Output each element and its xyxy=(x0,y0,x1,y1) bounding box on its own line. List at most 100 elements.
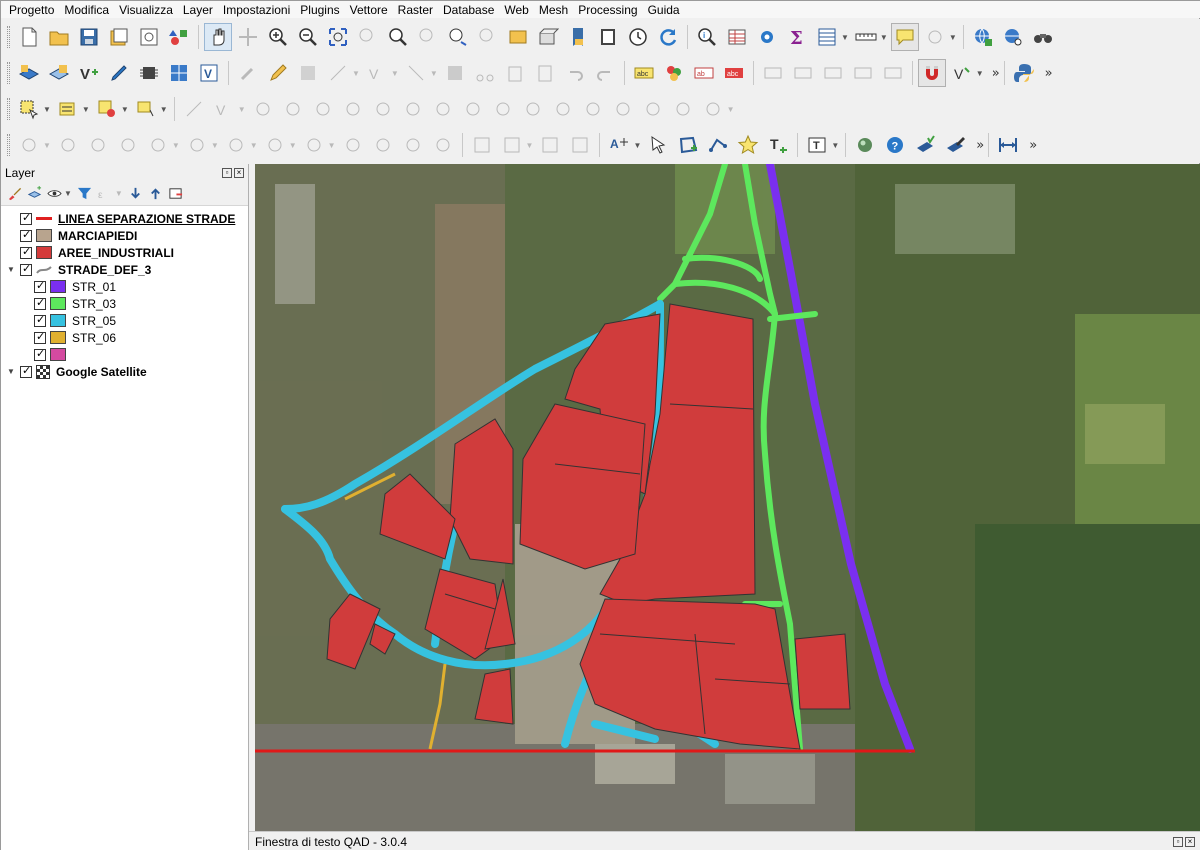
label-move-button[interactable] xyxy=(819,59,847,87)
label-delete-button[interactable]: abc xyxy=(720,59,748,87)
chevron-down-icon[interactable]: ▼ xyxy=(238,105,246,114)
digitizing-tool-14[interactable] xyxy=(579,95,607,123)
zoom-last-button[interactable] xyxy=(444,23,472,51)
menu-layer[interactable]: Layer xyxy=(179,2,217,18)
layer-row-linea-separazione[interactable]: LINEA SEPARAZIONE STRADE xyxy=(1,210,248,227)
category-checkbox[interactable] xyxy=(34,296,46,310)
save-project-button[interactable] xyxy=(75,23,103,51)
menu-database[interactable]: Database xyxy=(439,2,498,18)
polygon-annotation-button[interactable] xyxy=(674,131,702,159)
digitizing-tool-10[interactable] xyxy=(459,95,487,123)
map-canvas[interactable] xyxy=(255,164,1200,831)
statistics-button[interactable]: Σ xyxy=(783,23,811,51)
label-change-button[interactable] xyxy=(879,59,907,87)
adv-tool-3[interactable] xyxy=(84,131,112,159)
measure-button[interactable] xyxy=(852,23,880,51)
more-tools-icon[interactable]: » xyxy=(1045,66,1053,81)
add-vector-layer-button[interactable] xyxy=(15,59,43,87)
label-toolbar-button[interactable]: abc xyxy=(630,59,658,87)
adv-tool-7[interactable] xyxy=(222,131,250,159)
menu-raster[interactable]: Raster xyxy=(394,2,437,18)
digitizing-tool-12[interactable] xyxy=(519,95,547,123)
chevron-down-icon[interactable]: ▼ xyxy=(121,105,129,114)
remove-layer-button[interactable] xyxy=(167,185,185,203)
chevron-down-icon[interactable]: ▼ xyxy=(250,141,258,150)
chevron-down-icon[interactable]: ▼ xyxy=(43,105,51,114)
layer-row-marciapiedi[interactable]: MARCIAPIEDI xyxy=(1,227,248,244)
chevron-down-icon[interactable]: ▼ xyxy=(430,69,438,78)
marker-annotation-button[interactable] xyxy=(734,131,762,159)
zoom-in-button[interactable] xyxy=(264,23,292,51)
adv-tool-6[interactable] xyxy=(183,131,211,159)
float-panel-icon[interactable]: ▫ xyxy=(222,168,232,178)
refresh-button[interactable] xyxy=(654,23,682,51)
menu-plugins[interactable]: Plugins xyxy=(296,2,343,18)
geo-tool-2-button[interactable] xyxy=(941,131,969,159)
render-3d-button[interactable] xyxy=(851,131,879,159)
adv-tool-14[interactable] xyxy=(468,131,496,159)
layer-row-aree-industriali[interactable]: AREE_INDUSTRIALI xyxy=(1,244,248,261)
category-checkbox[interactable] xyxy=(34,347,46,361)
label-edit-button[interactable]: ab xyxy=(690,59,718,87)
style-manager-button[interactable] xyxy=(165,23,193,51)
zoom-next-button[interactable] xyxy=(474,23,502,51)
save-edits-button[interactable] xyxy=(294,59,322,87)
pan-map-button[interactable] xyxy=(204,23,232,51)
redo-button[interactable] xyxy=(591,59,619,87)
layer-visibility-checkbox[interactable] xyxy=(20,245,32,259)
digitizing-tool-1[interactable] xyxy=(180,95,208,123)
adv-tool-9[interactable] xyxy=(300,131,328,159)
pan-to-selection-button[interactable] xyxy=(234,23,262,51)
menu-processing[interactable]: Processing xyxy=(574,2,641,18)
label-show-button[interactable] xyxy=(789,59,817,87)
category-checkbox[interactable] xyxy=(34,330,46,344)
layer-visibility-checkbox[interactable] xyxy=(20,228,32,242)
modify-attributes-button[interactable] xyxy=(402,59,430,87)
layer-visibility-checkbox[interactable] xyxy=(20,364,32,378)
collapse-arrow-icon[interactable]: ▼ xyxy=(5,265,17,274)
adv-tool-1[interactable] xyxy=(15,131,43,159)
chevron-down-icon[interactable]: ▼ xyxy=(352,69,360,78)
label-rotate-button[interactable] xyxy=(849,59,877,87)
toolbar-handle[interactable] xyxy=(7,26,10,48)
menu-web[interactable]: Web xyxy=(500,2,532,18)
measure-line-button[interactable] xyxy=(994,131,1022,159)
close-panel-icon[interactable]: × xyxy=(1185,836,1195,847)
add-raster-layer-button[interactable] xyxy=(45,59,73,87)
attribute-table-button[interactable] xyxy=(723,23,751,51)
toolbar-handle[interactable] xyxy=(7,98,10,120)
street-view-button[interactable] xyxy=(1029,23,1057,51)
python-console-button[interactable] xyxy=(1010,59,1038,87)
digitizing-tool-4[interactable] xyxy=(279,95,307,123)
more-tools-icon[interactable]: » xyxy=(992,66,1000,81)
menu-modifica[interactable]: Modifica xyxy=(60,2,113,18)
chevron-down-icon[interactable]: ▼ xyxy=(526,141,534,150)
menu-vettore[interactable]: Vettore xyxy=(346,2,392,18)
digitizing-tool-6[interactable] xyxy=(339,95,367,123)
adv-tool-10[interactable] xyxy=(339,131,367,159)
digitizing-tool-17[interactable] xyxy=(669,95,697,123)
chevron-down-icon[interactable]: ▼ xyxy=(727,105,735,114)
line-annotation-button[interactable] xyxy=(704,131,732,159)
adv-tool-16[interactable] xyxy=(536,131,564,159)
zoom-full-button[interactable] xyxy=(324,23,352,51)
menu-progetto[interactable]: Progetto xyxy=(5,2,58,18)
open-project-button[interactable] xyxy=(45,23,73,51)
geo-tool-1-button[interactable] xyxy=(911,131,939,159)
menu-visualizza[interactable]: Visualizza xyxy=(115,2,177,18)
add-vertex-button[interactable]: V xyxy=(75,59,103,87)
digitizing-tool-15[interactable] xyxy=(609,95,637,123)
digitizing-tool-11[interactable] xyxy=(489,95,517,123)
digitizing-tool-5[interactable] xyxy=(309,95,337,123)
layer-visibility-checkbox[interactable] xyxy=(20,211,32,225)
zoom-out-button[interactable] xyxy=(294,23,322,51)
annotation-text-button[interactable]: A xyxy=(605,131,633,159)
manage-visibility-button[interactable] xyxy=(45,185,63,203)
filter-expression-button[interactable]: ε xyxy=(96,185,114,203)
adv-tool-17[interactable] xyxy=(566,131,594,159)
select-features-button[interactable] xyxy=(15,95,43,123)
help-button[interactable]: ? xyxy=(881,131,909,159)
print-layout-button[interactable] xyxy=(135,23,163,51)
globe-search-button[interactable] xyxy=(999,23,1027,51)
zoom-layer-button[interactable] xyxy=(384,23,412,51)
